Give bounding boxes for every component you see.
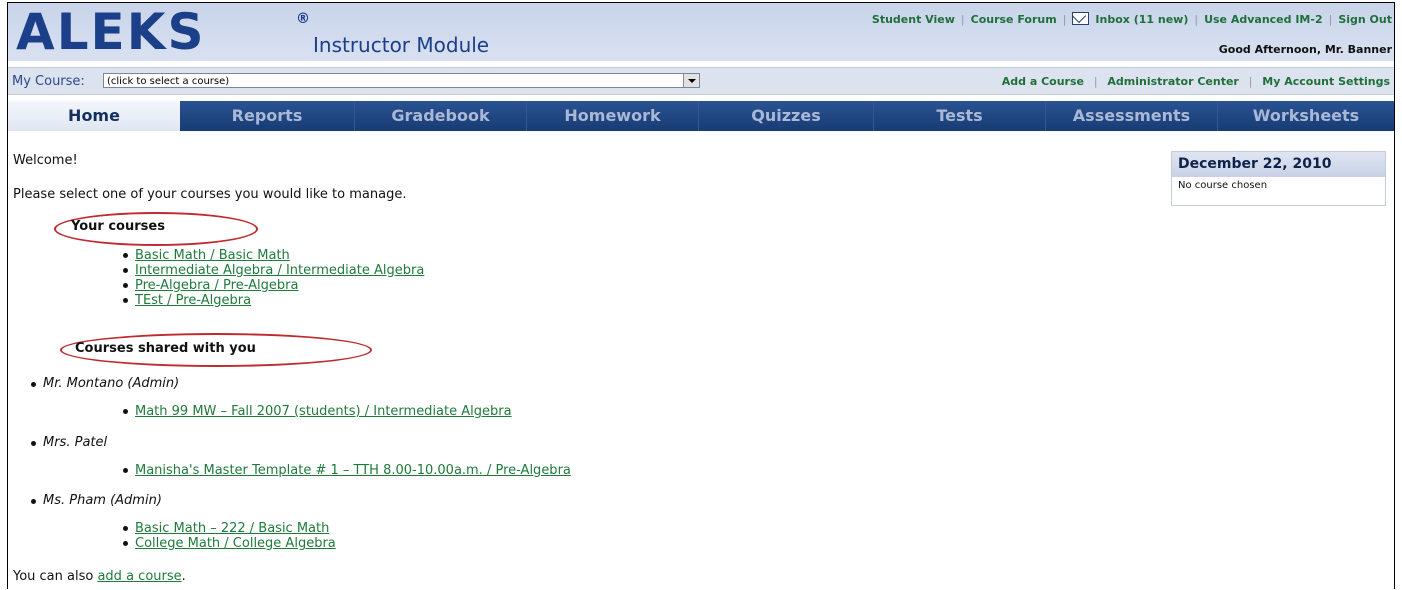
my-course-label: My Course: <box>12 74 85 89</box>
separator: | <box>1194 13 1199 26</box>
separator: | <box>960 13 965 26</box>
also-suffix: . <box>181 569 186 584</box>
shared-owner: Mrs. Patel <box>28 435 107 450</box>
course-bar: My Course: (click to select a course) Ad… <box>8 67 1394 95</box>
separator: | <box>1093 75 1098 88</box>
your-courses-list: Basic Math / Basic Math Intermediate Alg… <box>120 248 424 308</box>
tab-tests[interactable]: Tests <box>874 101 1046 131</box>
administrator-center-link[interactable]: Administrator Center <box>1107 75 1238 88</box>
inbox-link[interactable]: Inbox (11 new) <box>1095 13 1188 26</box>
tab-worksheets[interactable]: Worksheets <box>1218 101 1394 131</box>
tab-assessments[interactable]: Assessments <box>1046 101 1218 131</box>
course-status: No course chosen <box>1178 180 1268 191</box>
tab-home[interactable]: Home <box>8 101 180 131</box>
shared-owner: Mr. Montano (Admin) <box>28 376 179 391</box>
course-select[interactable]: (click to select a course) <box>103 73 700 88</box>
top-links: Student View | Course Forum | Inbox (11 … <box>872 12 1392 26</box>
sign-out-link[interactable]: Sign Out <box>1338 13 1392 26</box>
list-item: Math 99 MW – Fall 2007 (students) / Inte… <box>120 404 512 419</box>
student-view-link[interactable]: Student View <box>872 13 955 26</box>
add-course-sentence: You can also add a course. <box>13 569 186 584</box>
shared-owner: Ms. Pham (Admin) <box>28 493 162 508</box>
welcome-text: Welcome! <box>13 153 78 168</box>
aleks-logo: ALEKS <box>16 3 206 61</box>
course-link[interactable]: Pre-Algebra / Pre-Algebra <box>135 278 298 293</box>
course-link[interactable]: College Math / College Algebra <box>135 536 336 551</box>
course-forum-link[interactable]: Course Forum <box>971 13 1057 26</box>
list-item: Basic Math – 222 / Basic Math <box>120 521 336 536</box>
date-panel: December 22, 2010 No course chosen <box>1171 151 1386 206</box>
course-select-value: (click to select a course) <box>107 76 230 87</box>
tab-quizzes[interactable]: Quizzes <box>699 101 874 131</box>
main-tabs: Home Reports Gradebook Homework Quizzes … <box>8 101 1394 131</box>
course-link[interactable]: Intermediate Algebra / Intermediate Alge… <box>135 263 424 278</box>
separator: | <box>1248 75 1253 88</box>
course-link[interactable]: Basic Math / Basic Math <box>135 248 290 263</box>
course-link[interactable]: Math 99 MW – Fall 2007 (students) / Inte… <box>135 404 512 419</box>
course-bar-links: Add a Course | Administrator Center | My… <box>1002 75 1390 88</box>
list-item: Manisha's Master Template # 1 – TTH 8.00… <box>120 463 571 478</box>
envelope-icon[interactable] <box>1072 12 1090 25</box>
add-a-course-link[interactable]: add a course <box>97 569 181 584</box>
also-text: You can also <box>13 569 98 584</box>
tab-gradebook[interactable]: Gradebook <box>355 101 527 131</box>
tab-homework[interactable]: Homework <box>527 101 699 131</box>
app-window: ALEKS ® Instructor Module Student View |… <box>7 2 1395 589</box>
course-link[interactable]: Basic Math – 222 / Basic Math <box>135 521 329 536</box>
current-date: December 22, 2010 <box>1172 152 1385 177</box>
chevron-down-icon[interactable] <box>683 74 699 87</box>
shared-courses-title: Courses shared with you <box>75 341 256 356</box>
account-settings-link[interactable]: My Account Settings <box>1262 75 1390 88</box>
select-course-prompt: Please select one of your courses you wo… <box>13 187 407 202</box>
registered-mark: ® <box>296 11 310 27</box>
tab-reports[interactable]: Reports <box>180 101 355 131</box>
list-item: Pre-Algebra / Pre-Algebra <box>120 278 424 293</box>
course-link[interactable]: Manisha's Master Template # 1 – TTH 8.00… <box>135 463 571 478</box>
your-courses-title: Your courses <box>71 219 165 234</box>
separator: | <box>1328 13 1333 26</box>
list-item: TEst / Pre-Algebra <box>120 293 424 308</box>
list-item: Intermediate Algebra / Intermediate Alge… <box>120 263 424 278</box>
separator: | <box>1062 13 1067 26</box>
add-course-link[interactable]: Add a Course <box>1002 75 1084 88</box>
shared-courses-list: Basic Math – 222 / Basic Math College Ma… <box>120 521 336 551</box>
header: ALEKS ® Instructor Module Student View |… <box>8 3 1394 61</box>
course-link[interactable]: TEst / Pre-Algebra <box>135 293 251 308</box>
greeting: Good Afternoon, Mr. Banner <box>1218 43 1392 56</box>
list-item: Basic Math / Basic Math <box>120 248 424 263</box>
shared-courses-list: Manisha's Master Template # 1 – TTH 8.00… <box>120 463 571 478</box>
use-advanced-link[interactable]: Use Advanced IM-2 <box>1204 13 1323 26</box>
shared-courses-list: Math 99 MW – Fall 2007 (students) / Inte… <box>120 404 512 419</box>
list-item: College Math / College Algebra <box>120 536 336 551</box>
module-title: Instructor Module <box>313 33 490 57</box>
